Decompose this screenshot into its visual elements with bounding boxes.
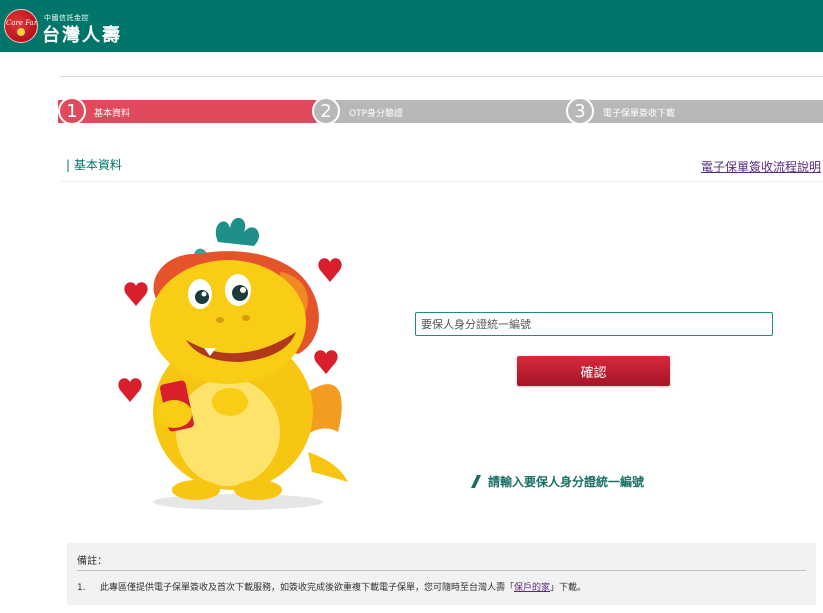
id-number-input[interactable] bbox=[415, 312, 773, 336]
step-3-number: 3 bbox=[566, 97, 594, 125]
divider bbox=[60, 76, 823, 77]
logo-title: 台灣人壽 bbox=[42, 25, 122, 46]
company-logo-icon[interactable]: We Care Family bbox=[4, 9, 38, 43]
notes-panel: 備註： 1. 此專區僅提供電子保單簽收及首次下載服務，如簽收完成後欲重複下載電子保… bbox=[67, 543, 816, 605]
form-title-text: 請輸入要保人身分證統一編號 bbox=[488, 475, 645, 489]
step-2-number: 2 bbox=[312, 97, 340, 125]
app-header: We Care Family 中國信託金控 台灣人壽 bbox=[0, 0, 823, 52]
notes-title: 備註： bbox=[77, 556, 107, 567]
logo-script-text: We Care Family bbox=[5, 19, 37, 27]
note-text: 此專區僅提供電子保單簽收及首次下載服務，如簽收完成後欲重複下載電子保單，您可隨時… bbox=[100, 583, 515, 593]
notes-divider bbox=[77, 570, 806, 571]
list-item: 1. 此專區僅提供電子保單簽收及首次下載服務，如簽收完成後欲重複下載電子保單，您可… bbox=[77, 580, 586, 593]
confirm-button[interactable]: 確認 bbox=[517, 356, 670, 386]
form-title: 請輸入要保人身分證統一編號 bbox=[470, 473, 645, 490]
step-1-number: 1 bbox=[58, 97, 86, 125]
step-2-label: OTP身分驗證 bbox=[349, 109, 404, 119]
note-text-end: 」下載。 bbox=[550, 583, 587, 593]
note-number: 1. bbox=[77, 583, 86, 593]
customer-home-link[interactable]: 保戶的家 bbox=[514, 583, 550, 593]
step-3-label: 電子保單簽收下載 bbox=[603, 109, 676, 119]
step-1-label: 基本資料 bbox=[94, 109, 131, 119]
dragon-mascot-illustration bbox=[118, 217, 348, 510]
process-guide-link[interactable]: 電子保單簽收流程說明 bbox=[701, 158, 821, 175]
section-title: | 基本資料 bbox=[66, 158, 122, 172]
slash-marker-icon bbox=[470, 475, 482, 488]
main-panel: 請輸入要保人身分證統一編號 bbox=[60, 181, 823, 533]
progress-stepper: 1 2 3 基本資料 OTP身分驗證 電子保單簽收下載 bbox=[58, 97, 823, 127]
